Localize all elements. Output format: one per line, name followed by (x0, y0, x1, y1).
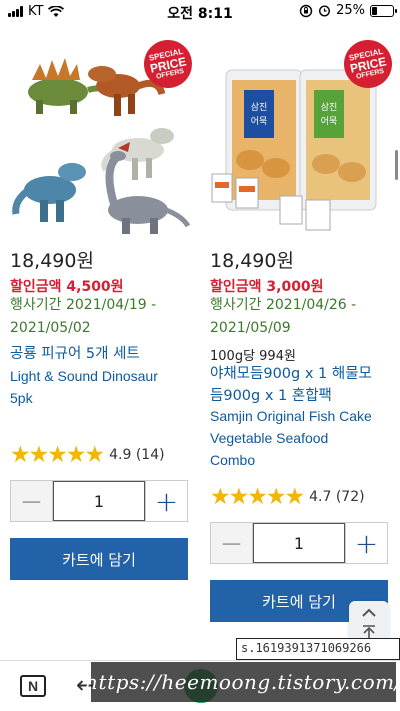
product-name-ko[interactable]: 야채모듬900g x 1 해물모 듬900g x 1 혼합팩 (210, 363, 372, 407)
product-image-dinosaur[interactable]: SPECIAL PRICE OFFERS (10, 35, 197, 240)
product-name-en[interactable]: Samjin Original Fish Cake Vegetable Seaf… (210, 405, 372, 471)
product-rating[interactable]: ★★★★★ 4.7 (72) (210, 484, 365, 510)
battery-percent: 25% (336, 3, 365, 18)
sale-period: 행사기간 2021/04/19 - 2021/05/02 (10, 294, 156, 340)
add-to-cart-button[interactable]: 카트에 담기 (10, 538, 188, 580)
product-name-en-line2: 5pk (10, 390, 33, 406)
product-name-en-line1: Samjin Original Fish Cake (210, 408, 372, 424)
watermark: https://heemoong.tistory.com/ (85, 662, 400, 702)
qty-input[interactable]: 1 (53, 481, 145, 521)
qty-decrease-button[interactable]: − (11, 481, 53, 521)
orientation-lock-icon (299, 4, 313, 17)
rating-stars-icon: ★★★★★ (210, 484, 305, 510)
discount-amount: 할인금액 4,500원 (10, 279, 124, 295)
status-bar: KT 오전 8:11 25% (0, 0, 400, 24)
qty-input[interactable]: 1 (253, 523, 345, 563)
scrollbar[interactable] (395, 150, 398, 180)
alarm-icon (319, 5, 331, 17)
status-right: 25% (299, 3, 397, 18)
unit-price: 100g당 994원 (210, 349, 296, 364)
product-name-en-line2: Vegetable Seafood (210, 430, 329, 446)
product-card-dinosaur: SPECIAL PRICE OFFERS (10, 24, 200, 240)
rating-value: 4.7 (72) (309, 489, 365, 505)
quantity-stepper: − 1 + (210, 522, 388, 564)
sale-period-start: 행사기간 2021/04/19 - (10, 297, 157, 313)
qty-decrease-button[interactable]: − (211, 523, 253, 563)
product-name-en-line1: Light & Sound Dinosaur (10, 368, 158, 384)
battery-icon (370, 4, 397, 17)
product-image-fishcake[interactable]: 삼진 어묵 삼진 어묵 SPECIAL PRICE OFFERS (210, 35, 397, 240)
product-name-ko-line2: 듬900g x 1 혼합팩 (210, 388, 332, 404)
qty-increase-button[interactable]: + (145, 481, 187, 521)
sale-period: 행사기간 2021/04/26 - 2021/05/09 (210, 294, 356, 340)
naver-n-icon[interactable]: N (20, 675, 46, 697)
svg-text:어묵: 어묵 (251, 116, 268, 127)
chevron-up-icon (362, 608, 376, 617)
rating-value: 4.9 (14) (109, 447, 165, 463)
product-rating[interactable]: ★★★★★ 4.9 (14) (10, 442, 165, 468)
qty-increase-button[interactable]: + (345, 523, 387, 563)
svg-text:어묵: 어묵 (321, 116, 338, 127)
svg-text:삼진: 삼진 (321, 102, 338, 113)
sku-text: s.1619391371069266 (236, 638, 400, 660)
product-price: 18,490원 (210, 250, 294, 272)
product-name-ko-line1: 야채모듬900g x 1 해물모 (210, 366, 372, 382)
sale-period-start: 행사기간 2021/04/26 - (210, 297, 357, 313)
product-card-fishcake: 삼진 어묵 삼진 어묵 SPECIAL PRICE OFFERS (210, 24, 400, 240)
product-price: 18,490원 (10, 250, 94, 272)
battery-level (372, 6, 377, 15)
discount-amount: 할인금액 3,000원 (210, 279, 324, 295)
product-name-ko[interactable]: 공룡 피규어 5개 세트 (10, 343, 140, 365)
product-name-en-line3: Combo (210, 452, 256, 468)
rating-stars-icon: ★★★★★ (10, 442, 105, 468)
quantity-stepper: − 1 + (10, 480, 188, 522)
svg-text:삼진: 삼진 (251, 102, 268, 113)
product-name-en[interactable]: Light & Sound Dinosaur 5pk (10, 365, 158, 409)
sale-period-end: 2021/05/09 (210, 320, 291, 336)
sale-period-end: 2021/05/02 (10, 320, 91, 336)
